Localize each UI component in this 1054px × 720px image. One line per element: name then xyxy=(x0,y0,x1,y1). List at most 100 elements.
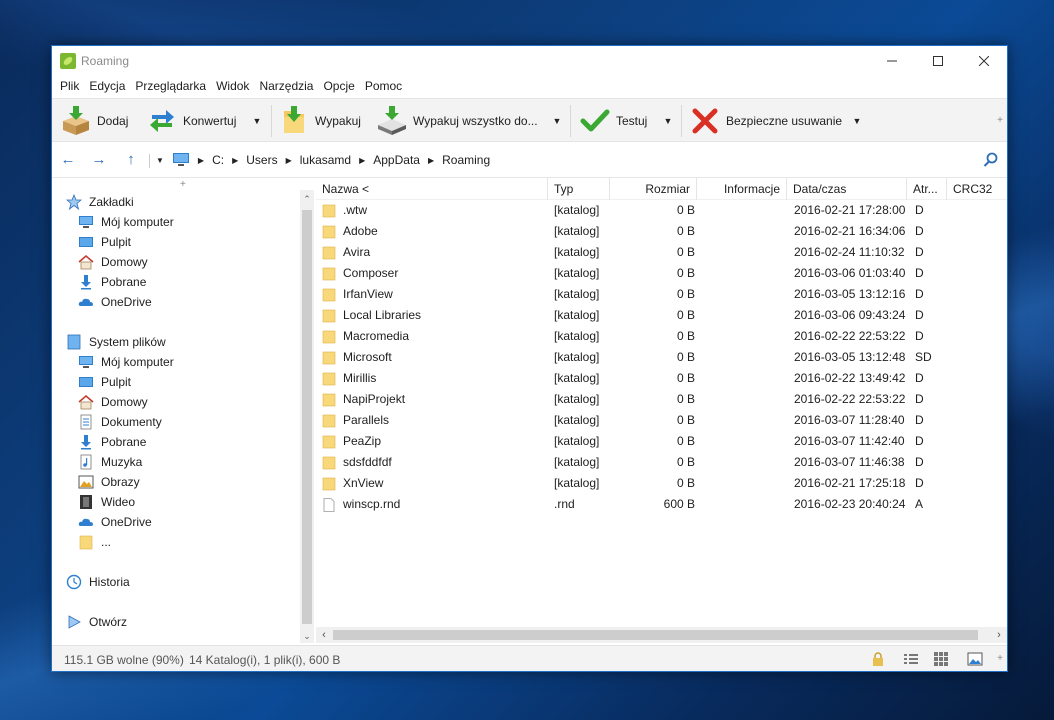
menu-pomoc[interactable]: Pomoc xyxy=(362,76,407,97)
toolbar-plus-icon[interactable]: + xyxy=(997,115,1003,126)
sidebar-item-home[interactable]: Domowy xyxy=(78,392,148,412)
sidebar-item-documents[interactable]: Dokumenty xyxy=(78,412,162,432)
table-row[interactable]: XnView [katalog] 0 B 2016-02-21 17:25:18 D xyxy=(316,473,1007,494)
column-name[interactable]: Nazwa < xyxy=(316,178,548,200)
crumb-appdata[interactable]: AppData xyxy=(373,153,420,167)
sidebar-item-desktop[interactable]: Pulpit xyxy=(78,232,131,252)
sidebar-section-open[interactable]: Otwórz xyxy=(66,612,127,632)
column-size[interactable]: Rozmiar xyxy=(610,178,697,200)
menu-plik[interactable]: Plik xyxy=(57,76,84,97)
scroll-left-icon[interactable]: ‹ xyxy=(316,627,332,643)
column-info[interactable]: Informacje xyxy=(697,178,787,200)
file-list-hscrollbar[interactable]: ‹ › xyxy=(316,627,1007,643)
file-size: 0 B xyxy=(676,350,695,364)
sidebar-item-onedrive[interactable]: OneDrive xyxy=(78,512,152,532)
minimize-button[interactable] xyxy=(869,46,915,76)
table-row[interactable]: .wtw [katalog] 0 B 2016-02-21 17:28:00 D xyxy=(316,200,1007,221)
menu-opcje[interactable]: Opcje xyxy=(320,76,359,97)
convert-dropdown[interactable]: ▼ xyxy=(250,115,264,127)
sidebar-item-my-computer[interactable]: Mój komputer xyxy=(78,212,174,232)
column-attr[interactable]: Atr... xyxy=(907,178,947,200)
details-view-icon[interactable] xyxy=(903,651,919,667)
sidebar-item-videos[interactable]: Wideo xyxy=(78,492,135,512)
sidebar-item-downloads[interactable]: Pobrane xyxy=(78,272,146,292)
sidebar-item-onedrive[interactable]: OneDrive xyxy=(78,292,152,312)
table-row[interactable]: Macromedia [katalog] 0 B 2016-02-22 22:53:2… xyxy=(316,326,1007,347)
table-row[interactable]: IrfanView [katalog] 0 B 2016-03-05 13:12:16… xyxy=(316,284,1007,305)
column-date[interactable]: Data/czas xyxy=(787,178,907,200)
secure-delete-button[interactable]: Bezpieczne usuwanie xyxy=(689,99,842,143)
crumb-user[interactable]: lukasamd xyxy=(300,153,351,167)
chevron-right-icon[interactable]: ▶ xyxy=(232,156,238,165)
home-icon xyxy=(78,395,94,410)
sidebar-item-pictures[interactable]: Obrazy xyxy=(78,472,140,492)
scroll-up-icon[interactable]: ⌃ xyxy=(300,192,314,206)
close-button[interactable] xyxy=(961,46,1007,76)
menu-narzedzia[interactable]: Narzędzia xyxy=(256,76,318,97)
column-type[interactable]: Typ xyxy=(548,178,610,200)
extract-button[interactable]: Wypakuj xyxy=(278,99,361,143)
lock-icon[interactable] xyxy=(870,651,886,667)
table-row[interactable]: Adobe [katalog] 0 B 2016-02-21 16:34:06 D xyxy=(316,221,1007,242)
table-row[interactable]: Mirillis [katalog] 0 B 2016-02-22 13:49:42 D xyxy=(316,368,1007,389)
sidebar-section-history[interactable]: Historia xyxy=(66,572,130,592)
up-arrow-icon[interactable]: ↑ xyxy=(122,151,140,169)
computer-icon[interactable] xyxy=(172,153,190,167)
history-dropdown-icon[interactable]: ▼ xyxy=(156,156,164,165)
grid-view-icon[interactable] xyxy=(933,651,949,667)
scrollbar-thumb[interactable] xyxy=(302,210,312,624)
test-button[interactable]: Testuj xyxy=(579,99,647,143)
back-arrow-icon[interactable]: ← xyxy=(59,151,77,169)
table-row[interactable]: PeaZip [katalog] 0 B 2016-03-07 11:42:40 D xyxy=(316,431,1007,452)
sidebar-item-my-computer[interactable]: Mój komputer xyxy=(78,352,174,372)
extract-all-dropdown[interactable]: ▼ xyxy=(550,115,564,127)
scroll-right-icon[interactable]: › xyxy=(991,627,1007,643)
folder-icon xyxy=(322,393,336,406)
chevron-right-icon[interactable]: ▶ xyxy=(286,156,292,165)
sidebar-plus-icon[interactable]: + xyxy=(180,179,186,190)
scroll-down-icon[interactable]: ⌄ xyxy=(300,629,314,643)
table-row[interactable]: Microsoft [katalog] 0 B 2016-03-05 13:12:48… xyxy=(316,347,1007,368)
test-dropdown[interactable]: ▼ xyxy=(661,115,675,127)
menu-widok[interactable]: Widok xyxy=(213,76,254,97)
convert-arrows-icon xyxy=(150,110,174,132)
menu-przegladarka[interactable]: Przeglądarka xyxy=(132,76,211,97)
table-row[interactable]: sdsfddfdf [katalog] 0 B 2016-03-07 11:46:38… xyxy=(316,452,1007,473)
sidebar-item-home[interactable]: Domowy xyxy=(78,252,148,272)
table-row[interactable]: NapiProjekt [katalog] 0 B 2016-02-22 22:53:… xyxy=(316,389,1007,410)
image-preview-icon[interactable] xyxy=(967,651,983,667)
file-date: 2016-02-22 13:49:42 xyxy=(794,371,906,385)
table-row[interactable]: Local Libraries [katalog] 0 B 2016-03-06 09… xyxy=(316,305,1007,326)
sidebar-scrollbar[interactable]: ⌃ ⌄ xyxy=(300,190,314,643)
scrollbar-thumb[interactable] xyxy=(333,630,978,640)
menu-edycja[interactable]: Edycja xyxy=(86,76,130,97)
sidebar-item-more[interactable]: ... xyxy=(78,532,111,552)
sidebar-section-filesystem[interactable]: System plików xyxy=(66,332,166,352)
forward-arrow-icon[interactable]: → xyxy=(90,151,108,169)
convert-button[interactable]: Konwertuj xyxy=(146,99,236,143)
table-row[interactable]: Avira [katalog] 0 B 2016-02-24 11:10:32 D xyxy=(316,242,1007,263)
file-attr: A xyxy=(915,497,924,511)
sidebar-item-music[interactable]: Muzyka xyxy=(78,452,142,472)
sidebar-section-bookmarks[interactable]: Zakładki xyxy=(66,192,134,212)
sidebar-item-downloads[interactable]: Pobrane xyxy=(78,432,146,452)
statusbar-plus-icon[interactable]: + xyxy=(997,653,1003,664)
crumb-users[interactable]: Users xyxy=(246,153,277,167)
file-size: 0 B xyxy=(676,245,695,259)
maximize-button[interactable] xyxy=(915,46,961,76)
sidebar-item-desktop[interactable]: Pulpit xyxy=(78,372,131,392)
chevron-right-icon[interactable]: ▶ xyxy=(359,156,365,165)
search-icon[interactable] xyxy=(983,152,999,168)
chevron-right-icon[interactable]: ▶ xyxy=(428,156,434,165)
extract-all-button[interactable]: Wypakuj wszystko do... xyxy=(376,99,538,143)
crumb-roaming[interactable]: Roaming xyxy=(442,153,490,167)
file-name: Avira xyxy=(343,245,371,259)
add-button[interactable]: Dodaj xyxy=(60,99,128,143)
table-row[interactable]: winscp.rnd .rnd 600 B 2016-02-23 20:40:24 A xyxy=(316,494,1007,515)
crumb-drive[interactable]: C: xyxy=(212,153,224,167)
table-row[interactable]: Parallels [katalog] 0 B 2016-03-07 11:28:40… xyxy=(316,410,1007,431)
column-crc32[interactable]: CRC32 xyxy=(947,178,1007,200)
secure-delete-dropdown[interactable]: ▼ xyxy=(850,115,864,127)
chevron-right-icon[interactable]: ▶ xyxy=(198,156,204,165)
table-row[interactable]: Composer [katalog] 0 B 2016-03-06 01:03:40 D xyxy=(316,263,1007,284)
